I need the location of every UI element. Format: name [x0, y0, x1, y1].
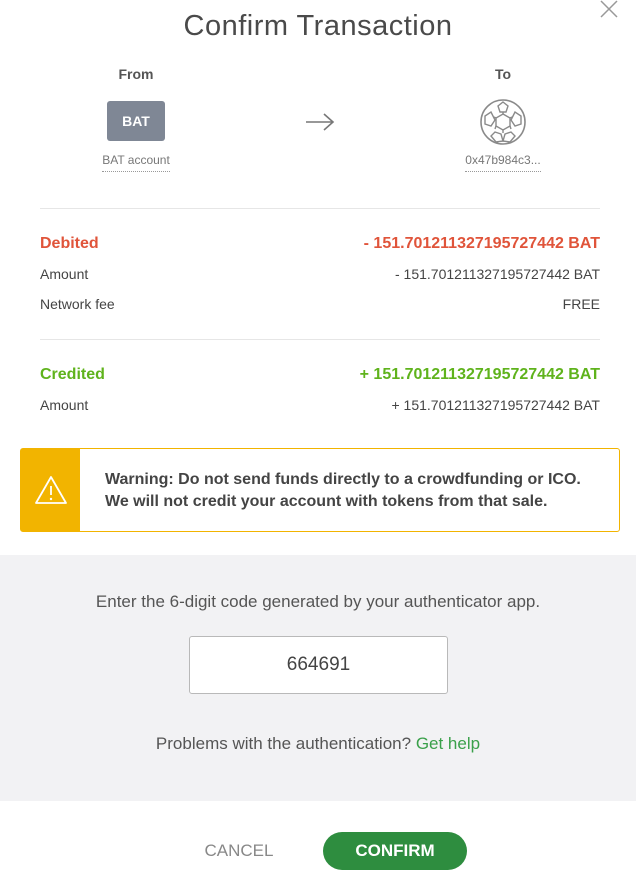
- debited-amount-row: Amount - 151.701211327195727442 BAT: [40, 266, 600, 282]
- warning-banner: Warning: Do not send funds directly to a…: [20, 448, 620, 532]
- get-help-link[interactable]: Get help: [416, 734, 480, 753]
- asset-badge: BAT: [107, 101, 165, 141]
- warning-icon: [21, 449, 80, 531]
- auth-prompt: Enter the 6-digit code generated by your…: [95, 592, 541, 611]
- cancel-button[interactable]: CANCEL: [190, 832, 288, 870]
- dialog-title: Confirm Transaction: [183, 10, 453, 42]
- auth-code-input[interactable]: [189, 636, 448, 694]
- identicon-icon: [479, 98, 527, 151]
- network-fee-row: Network fee FREE: [40, 296, 600, 312]
- network-fee-value: FREE: [562, 296, 600, 312]
- debited-total: - 151.701211327195727442 BAT: [363, 235, 600, 252]
- to-address[interactable]: 0x47b984c3...: [465, 153, 541, 172]
- credited-amount-row: Amount + 151.701211327195727442 BAT: [40, 397, 600, 413]
- warning-line-1: Warning: Do not send funds directly to a…: [105, 471, 581, 488]
- from-account[interactable]: BAT account: [102, 153, 170, 172]
- credited-row: Credited + 151.701211327195727442 BAT: [40, 366, 600, 384]
- credited-total: + 151.701211327195727442 BAT: [359, 366, 600, 383]
- close-icon[interactable]: [598, 0, 620, 20]
- debited-label: Debited: [40, 235, 99, 252]
- to-label: To: [494, 66, 512, 82]
- credited-amount-label: Amount: [40, 397, 89, 413]
- credited-amount: + 151.701211327195727442 BAT: [391, 397, 600, 413]
- debited-amount-label: Amount: [40, 266, 89, 282]
- confirm-button[interactable]: CONFIRM: [323, 832, 467, 870]
- arrow-right-icon: [304, 110, 336, 139]
- credited-label: Credited: [40, 366, 105, 383]
- from-label: From: [118, 66, 154, 82]
- warning-text: Warning: Do not send funds directly to a…: [80, 449, 601, 531]
- warning-line-2: We will not credit your account with tok…: [105, 493, 548, 510]
- debited-amount: - 151.701211327195727442 BAT: [395, 266, 600, 282]
- auth-help-text: Problems with the authentication?: [155, 734, 412, 753]
- auth-help: Problems with the authentication? Get he…: [0, 734, 636, 754]
- network-fee-label: Network fee: [40, 296, 115, 312]
- divider: [40, 339, 600, 340]
- from-account-wrap: BAT account: [76, 151, 196, 172]
- divider: [40, 208, 600, 209]
- debited-row: Debited - 151.701211327195727442 BAT: [40, 235, 600, 253]
- to-address-wrap: 0x47b984c3...: [443, 151, 563, 172]
